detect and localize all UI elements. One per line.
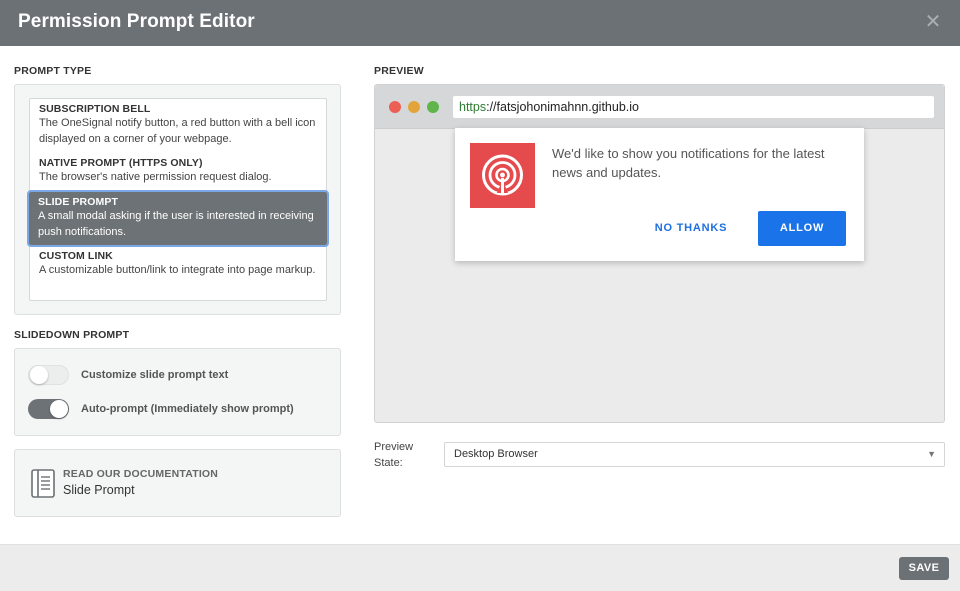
url-host: ://fatsjohonimahnn.github.io: [486, 100, 639, 114]
prompt-type-desc: A small modal asking if the user is inte…: [38, 210, 314, 238]
url-scheme: https: [459, 100, 487, 114]
customize-text-toggle[interactable]: [28, 365, 69, 385]
broadcast-icon: [470, 143, 535, 208]
prompt-type-name: SUBSCRIPTION BELL: [39, 103, 151, 115]
toggle-knob: [30, 366, 48, 384]
preview-heading: PREVIEW: [374, 65, 424, 77]
documentation-heading: READ OUR DOCUMENTATION: [63, 468, 219, 480]
browser-toolbar: https://fatsjohonimahnn.github.io: [375, 85, 944, 129]
auto-prompt-label: Auto-prompt (Immediately show prompt): [81, 403, 294, 415]
customize-text-label: Customize slide prompt text: [81, 369, 229, 381]
slidedown-panel: [14, 348, 341, 436]
prompt-type-name: NATIVE PROMPT (HTTPS ONLY): [39, 157, 203, 169]
prompt-type-desc: A customizable button/link to integrate …: [39, 264, 316, 276]
prompt-type-slide-prompt[interactable]: SLIDE PROMPT A small modal asking if the…: [27, 190, 329, 247]
prompt-type-desc: The browser's native permission request …: [39, 171, 272, 183]
prompt-type-name: CUSTOM LINK: [39, 250, 113, 262]
preview-state-label: Preview State:: [374, 441, 414, 469]
modal-header: Permission Prompt Editor ✕: [0, 0, 960, 46]
close-window-dot: [389, 101, 401, 113]
prompt-type-heading: PROMPT TYPE: [14, 65, 92, 77]
slidedown-heading: SLIDEDOWN PROMPT: [14, 329, 130, 341]
document-icon: [31, 469, 55, 498]
prompt-type-subscription-bell[interactable]: SUBSCRIPTION BELL The OneSignal notify b…: [30, 103, 326, 153]
slide-prompt-message: We'd like to show you notifications for …: [552, 146, 825, 180]
address-bar: https://fatsjohonimahnn.github.io: [453, 96, 934, 118]
documentation-link[interactable]: Slide Prompt: [63, 483, 135, 497]
save-button[interactable]: SAVE: [899, 557, 949, 580]
toggle-knob: [50, 400, 68, 418]
prompt-type-desc: The OneSignal notify button, a red butto…: [39, 117, 316, 145]
modal-title: Permission Prompt Editor: [18, 11, 255, 32]
preview-state-value: Desktop Browser: [454, 448, 538, 460]
prompt-type-list: SUBSCRIPTION BELL The OneSignal notify b…: [27, 98, 329, 301]
prompt-type-custom-link[interactable]: CUSTOM LINK A customizable button/link t…: [30, 250, 326, 300]
prompt-type-name: SLIDE PROMPT: [38, 196, 118, 208]
close-icon[interactable]: ✕: [924, 11, 942, 33]
prompt-type-native-prompt[interactable]: NATIVE PROMPT (HTTPS ONLY) The browser's…: [30, 157, 326, 191]
minimize-window-dot: [408, 101, 420, 113]
chevron-down-icon: ▼: [927, 449, 936, 459]
slide-prompt-card: We'd like to show you notifications for …: [455, 128, 864, 261]
auto-prompt-toggle[interactable]: [28, 399, 69, 419]
no-thanks-button[interactable]: NO THANKS: [651, 211, 731, 246]
maximize-window-dot: [427, 101, 439, 113]
preview-state-select[interactable]: Desktop Browser ▼: [444, 442, 945, 467]
allow-button[interactable]: ALLOW: [758, 211, 846, 246]
modal-footer: [0, 544, 960, 591]
